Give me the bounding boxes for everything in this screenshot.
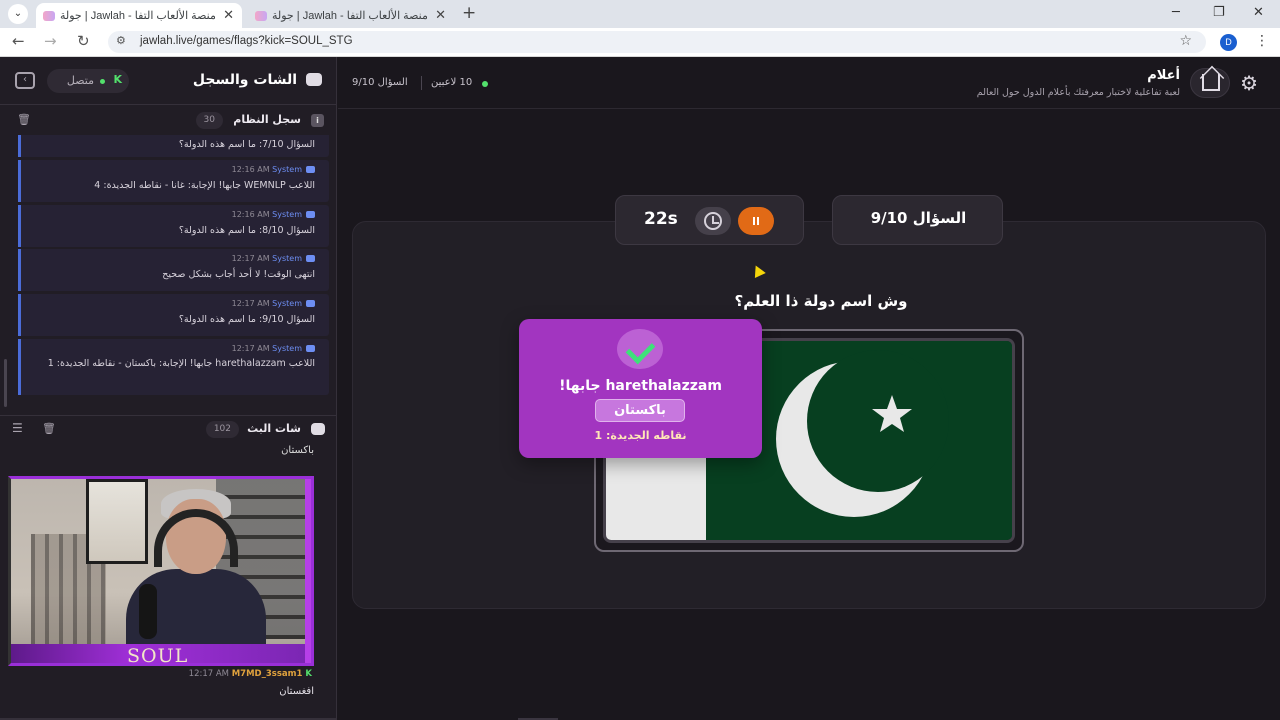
chat-username: M7MD_3ssam1 bbox=[231, 669, 303, 679]
stream-chat-title: شات البث bbox=[247, 422, 301, 435]
log-scrollbar[interactable] bbox=[4, 359, 7, 407]
clear-chat-trash-icon[interactable]: 🗑 bbox=[42, 422, 56, 435]
log-entry: 12:17 AM System السؤال 9/10: ما اسم هذه … bbox=[18, 294, 329, 336]
timer-card: 22s bbox=[615, 195, 804, 245]
correct-answer-popup: harethalazzam جابها! باكستان نقاطه الجدي… bbox=[519, 319, 762, 458]
chat-message-text: باكستان bbox=[281, 445, 314, 456]
browser-toolbar: ← → ↻ ⚙ jawlah.live/games/flags?kick=SOU… bbox=[0, 28, 1280, 57]
connection-status-badge: K متصل bbox=[47, 69, 129, 93]
reload-icon[interactable]: ↻ bbox=[77, 32, 90, 50]
answer-badge: باكستان bbox=[595, 399, 685, 422]
game-area: ⚙ أعلام لعبة تفاعلية لاختبار معرفتك بأعل… bbox=[338, 57, 1280, 720]
site-settings-icon[interactable]: ⚙ bbox=[116, 34, 126, 47]
log-entry-meta: 12:16 AM System bbox=[232, 165, 315, 174]
game-subtitle: لعبة تفاعلية لاختبار معرفتك بأعلام الدول… bbox=[976, 87, 1180, 98]
log-entry: 12:17 AM System اللاعب harethalazzam جاب… bbox=[18, 339, 329, 395]
tab-title: جولة | Jawlah - منصة الألعاب التفا bbox=[272, 10, 428, 22]
close-tab-icon[interactable]: ✕ bbox=[223, 7, 234, 23]
new-tab-button[interactable]: + bbox=[462, 3, 476, 23]
chat-log-panel: ‹ K متصل الشات والسجل 🗑 30 سجل النظام i … bbox=[0, 57, 337, 720]
game-title: أعلام bbox=[1147, 68, 1180, 83]
chat-bubble-icon bbox=[306, 73, 322, 86]
log-entry-meta: 12:17 AM System bbox=[232, 344, 315, 353]
winner-text: harethalazzam جابها! bbox=[559, 378, 722, 394]
minimize-icon[interactable]: ─ bbox=[1172, 5, 1180, 20]
home-icon bbox=[1202, 74, 1220, 91]
question-text: وش اسم دولة ذا العلم؟ bbox=[734, 292, 908, 310]
game-header: ⚙ أعلام لعبة تفاعلية لاختبار معرفتك بأعل… bbox=[338, 57, 1280, 109]
close-tab-icon[interactable]: ✕ bbox=[435, 7, 446, 23]
profile-avatar[interactable]: D bbox=[1220, 34, 1237, 51]
window-close-icon[interactable]: ✕ bbox=[1253, 5, 1264, 20]
kick-badge-icon: K bbox=[305, 669, 312, 679]
panel-title: الشات والسجل bbox=[192, 72, 297, 88]
points-text: نقاطه الجديدة: 1 bbox=[594, 429, 687, 442]
log-entry-meta: 12:16 AM System bbox=[232, 210, 315, 219]
question-progress: السؤال 9/10 bbox=[352, 77, 408, 88]
bookmark-star-icon[interactable]: ☆ bbox=[1179, 33, 1192, 49]
filter-lines-icon[interactable]: ☰ bbox=[12, 421, 23, 435]
system-log-list: السؤال 7/10: ما اسم هذه الدولة؟ 12:16 AM… bbox=[18, 135, 329, 397]
log-entry: 12:16 AM System اللاعب WEMNLP جابها! الإ… bbox=[18, 160, 329, 202]
log-entry-text: انتهى الوقت! لا أحد أجاب بشكل صحيح bbox=[162, 269, 315, 280]
panel-header: ‹ K متصل الشات والسجل bbox=[0, 57, 337, 105]
stream-chat-header: ☰ 🗑 102 شات البث bbox=[0, 415, 337, 443]
chat-count-badge: 102 bbox=[205, 421, 239, 438]
settings-gear-icon[interactable]: ⚙ bbox=[1240, 71, 1258, 95]
home-button[interactable] bbox=[1190, 68, 1230, 98]
stream-overlay-logo-text: SOUL bbox=[127, 645, 189, 666]
browser-tab-active[interactable]: جولة | Jawlah - منصة الألعاب التفا ✕ bbox=[36, 3, 242, 28]
url-text[interactable]: jawlah.live/games/flags?kick=SOUL_STG bbox=[140, 35, 353, 47]
chat-message-text: افغستان bbox=[279, 686, 314, 697]
system-log-header: 🗑 30 سجل النظام i bbox=[0, 107, 337, 135]
question-counter: السؤال 9/10 bbox=[870, 209, 967, 227]
log-entry-text: السؤال 7/10: ما اسم هذه الدولة؟ bbox=[178, 139, 315, 150]
question-counter-card: السؤال 9/10 bbox=[832, 195, 1003, 245]
log-entry-meta: 12:17 AM System bbox=[232, 299, 315, 308]
player-count: 10 لاعبين bbox=[431, 77, 473, 88]
log-entry-text: السؤال 8/10: ما اسم هذه الدولة؟ bbox=[178, 225, 315, 236]
kick-logo-icon: K bbox=[113, 73, 122, 86]
clear-log-trash-icon[interactable]: 🗑 bbox=[17, 113, 31, 126]
system-log-title: سجل النظام bbox=[233, 113, 301, 126]
tab-favicon-icon bbox=[43, 11, 55, 21]
browser-tab[interactable]: جولة | Jawlah - منصة الألعاب التفا ✕ bbox=[248, 3, 454, 28]
browser-tab-strip: ⌄ جولة | Jawlah - منصة الألعاب التفا ✕ ج… bbox=[0, 0, 1280, 28]
back-icon[interactable]: ← bbox=[12, 32, 25, 50]
browser-menu-icon[interactable]: ⋮ bbox=[1255, 33, 1269, 49]
info-icon: i bbox=[311, 114, 324, 127]
collapse-panel-icon[interactable]: ‹ bbox=[15, 72, 35, 89]
webcam-stream-overlay: SOUL bbox=[8, 476, 314, 666]
log-count-badge: 30 bbox=[195, 112, 223, 129]
address-bar[interactable]: ⚙ jawlah.live/games/flags?kick=SOUL_STG … bbox=[108, 31, 1206, 53]
log-entry-text: السؤال 9/10: ما اسم هذه الدولة؟ bbox=[178, 314, 315, 325]
checkmark-icon bbox=[617, 329, 663, 369]
restore-icon[interactable]: ❐ bbox=[1213, 5, 1225, 20]
log-entry-text: اللاعب harethalazzam جابها! الإجابة: باك… bbox=[47, 358, 315, 369]
tab-search-dropdown-icon[interactable]: ⌄ bbox=[8, 4, 28, 24]
forward-icon[interactable]: → bbox=[44, 32, 57, 50]
status-dot-icon bbox=[100, 79, 105, 84]
log-entry: 12:17 AM System انتهى الوقت! لا أحد أجاب… bbox=[18, 249, 329, 291]
tab-title: جولة | Jawlah - منصة الألعاب التفا bbox=[60, 10, 216, 22]
log-entry: 12:16 AM System السؤال 8/10: ما اسم هذه … bbox=[18, 205, 329, 247]
log-entry-text: اللاعب WEMNLP جابها! الإجابة: غانا - نقا… bbox=[94, 180, 315, 191]
chat-bubble-icon bbox=[311, 423, 325, 435]
chat-message-meta: 12:17 AM M7MD_3ssam1 K bbox=[188, 669, 312, 679]
log-entry-meta: 12:17 AM System bbox=[232, 254, 315, 263]
clock-icon bbox=[695, 207, 731, 235]
status-label: متصل bbox=[66, 74, 94, 87]
online-dot-icon bbox=[482, 81, 488, 87]
pause-button[interactable] bbox=[738, 207, 774, 235]
tab-favicon-icon bbox=[255, 11, 267, 21]
log-entry: السؤال 7/10: ما اسم هذه الدولة؟ bbox=[18, 135, 329, 157]
timer-value: 22s bbox=[644, 209, 678, 229]
